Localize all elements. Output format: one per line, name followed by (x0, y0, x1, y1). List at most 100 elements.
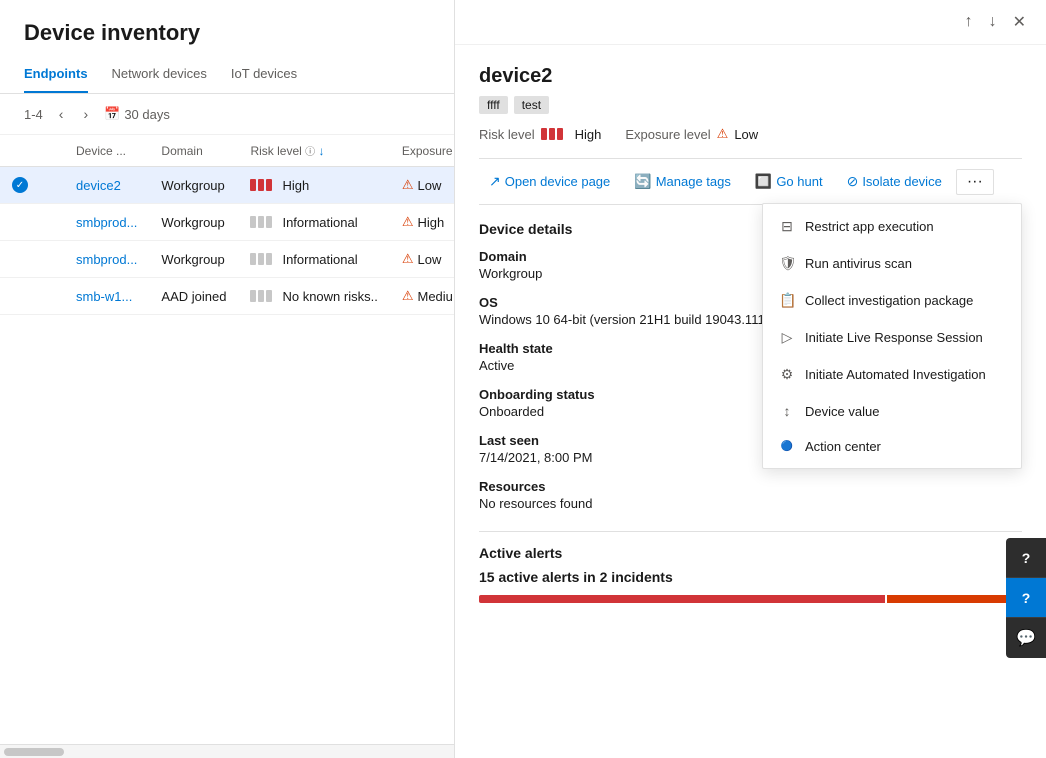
date-range: 📅 30 days (104, 106, 170, 122)
risk-indicator (250, 216, 272, 228)
warn-icon: ⚠ (402, 177, 414, 193)
tabs: Endpoints Network devices IoT devices (0, 58, 454, 94)
row-checkbox[interactable]: ✓ (12, 177, 28, 193)
chat-button[interactable]: 💬 (1006, 618, 1046, 658)
isolate-device-button[interactable]: ⊘ Isolate device (837, 167, 952, 196)
tab-network-devices[interactable]: Network devices (112, 58, 207, 93)
col-device[interactable]: Device ... (64, 135, 149, 167)
panel-up-button[interactable]: ↑ (961, 9, 977, 35)
restrict-app-item[interactable]: ⊟ Restrict app execution (763, 208, 1021, 245)
alerts-count: 15 active alerts in 2 incidents (479, 569, 1022, 585)
warn-icon: ⚠ (402, 251, 414, 267)
table-row[interactable]: smbprod... Workgroup Informational (0, 241, 454, 278)
help-button-1[interactable]: ? (1006, 538, 1046, 578)
domain-cell: Workgroup (149, 167, 238, 204)
check-cell: ✓ (0, 167, 40, 204)
resources-label: Resources (479, 479, 1022, 494)
alerts-section: Active alerts ∧ 15 active alerts in 2 in… (479, 531, 1022, 603)
col-domain[interactable]: Domain (149, 135, 238, 167)
automated-investigation-item[interactable]: ⚙ Initiate Automated Investigation (763, 356, 1021, 393)
device-name-cell: smbprod... (64, 241, 149, 278)
horizontal-scrollbar[interactable] (0, 744, 454, 758)
tag-ffff: ffff (479, 96, 508, 114)
action-center-item[interactable]: 🔵 Action center (763, 429, 1021, 464)
panel-close-button[interactable]: ✕ (1009, 8, 1030, 36)
risk-level-value: High (575, 127, 602, 142)
exposure-warn-icon: ⚠ (717, 126, 729, 142)
collect-investigation-item[interactable]: 📋 Collect investigation package (763, 282, 1021, 319)
warn-icon: ⚠ (402, 288, 414, 304)
table-row[interactable]: smb-w1... AAD joined No known risks.. (0, 278, 454, 315)
tag-test: test (514, 96, 549, 114)
expand-cell (40, 204, 64, 241)
device-name-cell: smbprod... (64, 204, 149, 241)
device-detail-panel: ↑ ↓ ✕ device2 ffff test Risk level High … (455, 0, 1046, 758)
left-panel: Device inventory Endpoints Network devic… (0, 0, 455, 758)
prev-button[interactable]: ‹ (55, 104, 68, 124)
open-device-page-button[interactable]: ↗ Open device page (479, 167, 620, 196)
pagination-text: 1-4 (24, 107, 43, 122)
go-hunt-icon: 🔲 (755, 173, 772, 190)
exposure-cell: ⚠ High (390, 204, 454, 241)
device-detail-name: device2 (479, 65, 1022, 88)
manage-tags-icon: 🔄 (634, 173, 651, 190)
check-cell (0, 241, 40, 278)
domain-cell: Workgroup (149, 204, 238, 241)
more-actions-button[interactable]: ··· (956, 169, 994, 195)
risk-cell: Informational (238, 241, 389, 278)
alerts-title: Active alerts (479, 545, 562, 561)
help-button-2[interactable]: ? (1006, 578, 1046, 618)
device-value-item[interactable]: ↕ Device value (763, 393, 1021, 429)
device-tags: ffff test (479, 96, 1022, 114)
side-buttons: ? ? 💬 (1006, 538, 1046, 658)
live-response-icon: ▷ (779, 329, 795, 346)
resources-value: No resources found (479, 496, 1022, 511)
device-levels: Risk level High Exposure level ⚠ Low (479, 126, 1022, 142)
expand-cell (40, 241, 64, 278)
scroll-thumb[interactable] (4, 748, 64, 756)
run-antivirus-item[interactable]: 🛡 Run antivirus scan (763, 245, 1021, 282)
go-hunt-button[interactable]: 🔲 Go hunt (745, 167, 833, 196)
table-row[interactable]: ✓ device2 Workgroup High (0, 167, 454, 204)
tab-iot-devices[interactable]: IoT devices (231, 58, 297, 93)
sort-icon: ↓ (319, 144, 325, 158)
risk-cell: Informational (238, 204, 389, 241)
domain-cell: Workgroup (149, 241, 238, 278)
risk-level-item: Risk level High (479, 127, 601, 142)
risk-indicator (250, 290, 272, 302)
tab-endpoints[interactable]: Endpoints (24, 58, 88, 93)
col-risk[interactable]: Risk level ⓘ ↓ (238, 135, 389, 167)
panel-down-button[interactable]: ↓ (985, 9, 1001, 35)
page-title: Device inventory (0, 0, 454, 58)
device-name-cell: smb-w1... (64, 278, 149, 315)
dropdown-menu: ⊟ Restrict app execution 🛡 Run antivirus… (762, 203, 1022, 469)
live-response-item[interactable]: ▷ Initiate Live Response Session (763, 319, 1021, 356)
alerts-bar-red (479, 595, 885, 603)
manage-tags-button[interactable]: 🔄 Manage tags (624, 167, 741, 196)
risk-indicator (250, 179, 272, 191)
restrict-app-icon: ⊟ (779, 218, 795, 235)
alerts-header: Active alerts ∧ (479, 544, 1022, 561)
collect-icon: 📋 (779, 292, 795, 309)
alerts-bar (479, 595, 1022, 603)
next-button[interactable]: › (79, 104, 92, 124)
col-check2 (40, 135, 64, 167)
table-row[interactable]: smbprod... Workgroup Informational (0, 204, 454, 241)
risk-cell: High (238, 167, 389, 204)
domain-cell: AAD joined (149, 278, 238, 315)
col-exposure[interactable]: Exposure le (390, 135, 454, 167)
col-check (0, 135, 40, 167)
exposure-cell: ⚠ Low (390, 241, 454, 278)
panel-body: device2 ffff test Risk level High Exposu… (455, 45, 1046, 758)
resources-field: Resources No resources found (479, 479, 1022, 511)
toolbar: 1-4 ‹ › 📅 30 days (0, 94, 454, 135)
exposure-cell: ⚠ Mediu (390, 278, 454, 315)
exposure-level-item: Exposure level ⚠ Low (625, 126, 758, 142)
automated-icon: ⚙ (779, 366, 795, 383)
device-value-icon: ↕ (779, 403, 795, 419)
exposure-level-value: Low (734, 127, 758, 142)
risk-level-indicator (541, 128, 563, 140)
device-table: Device ... Domain Risk level ⓘ ↓ Exposur… (0, 135, 454, 744)
device-name-cell: device2 (64, 167, 149, 204)
risk-cell: No known risks.. (238, 278, 389, 315)
